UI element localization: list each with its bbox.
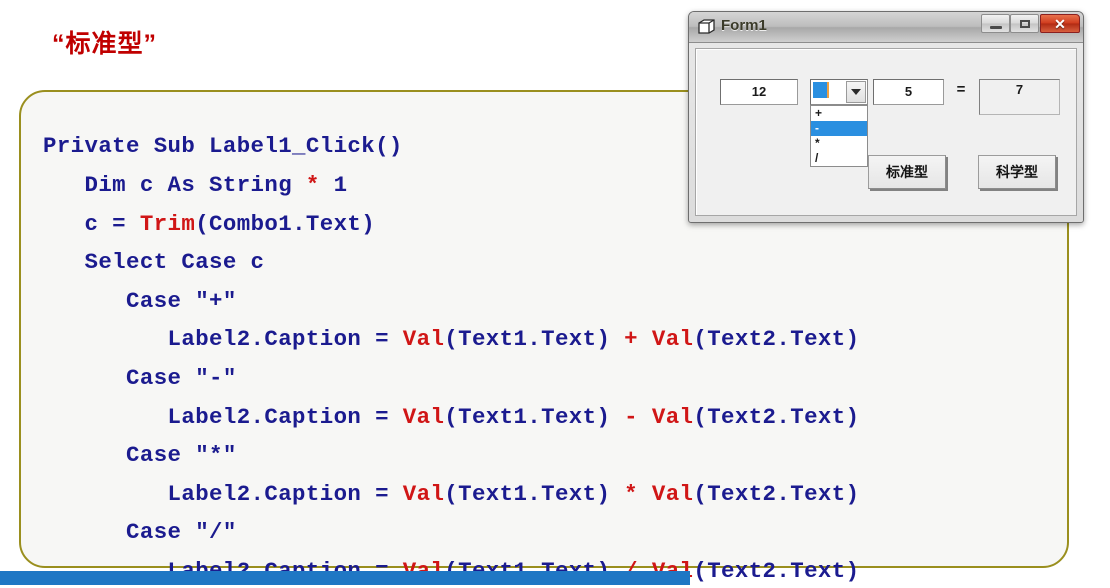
- combobox-option-divide[interactable]: /: [811, 151, 867, 166]
- minimize-button[interactable]: [981, 14, 1010, 33]
- form1-title-text: Form1: [721, 17, 767, 34]
- maximize-button[interactable]: [1010, 14, 1039, 33]
- operand2-input[interactable]: 5: [873, 79, 944, 105]
- operand1-input[interactable]: 12: [720, 79, 798, 105]
- form1-titlebar[interactable]: Form1 ✕: [689, 12, 1083, 43]
- combobox-option-minus[interactable]: -: [811, 121, 867, 136]
- form1-window[interactable]: Form1 ✕ 12 + - * / 5 = 7 标准型 科学型: [688, 11, 1084, 223]
- form-window-icon: [698, 19, 715, 34]
- standard-mode-button[interactable]: 标准型: [868, 155, 946, 189]
- chevron-down-icon[interactable]: [846, 81, 866, 103]
- combobox-option-plus[interactable]: +: [811, 106, 867, 121]
- operator-combobox-list[interactable]: + - * /: [810, 105, 868, 167]
- equals-label: =: [956, 81, 966, 98]
- combobox-option-multiply[interactable]: *: [811, 136, 867, 151]
- footer-accent-bar: [0, 571, 690, 585]
- scientific-mode-button[interactable]: 科学型: [978, 155, 1056, 189]
- result-label: 7: [979, 79, 1060, 115]
- close-icon: ✕: [1054, 15, 1066, 32]
- slide-canvas: “标准型” Private Sub Label1_Click() Dim c A…: [0, 0, 1110, 588]
- page-title: “标准型”: [52, 30, 158, 58]
- combobox-selected-value: [813, 82, 829, 98]
- form1-client-area: 12 + - * / 5 = 7 标准型 科学型: [695, 48, 1077, 216]
- minimize-icon: [990, 26, 1002, 29]
- operator-combobox[interactable]: [810, 79, 868, 105]
- close-button[interactable]: ✕: [1040, 14, 1080, 33]
- maximize-icon: [1020, 20, 1030, 28]
